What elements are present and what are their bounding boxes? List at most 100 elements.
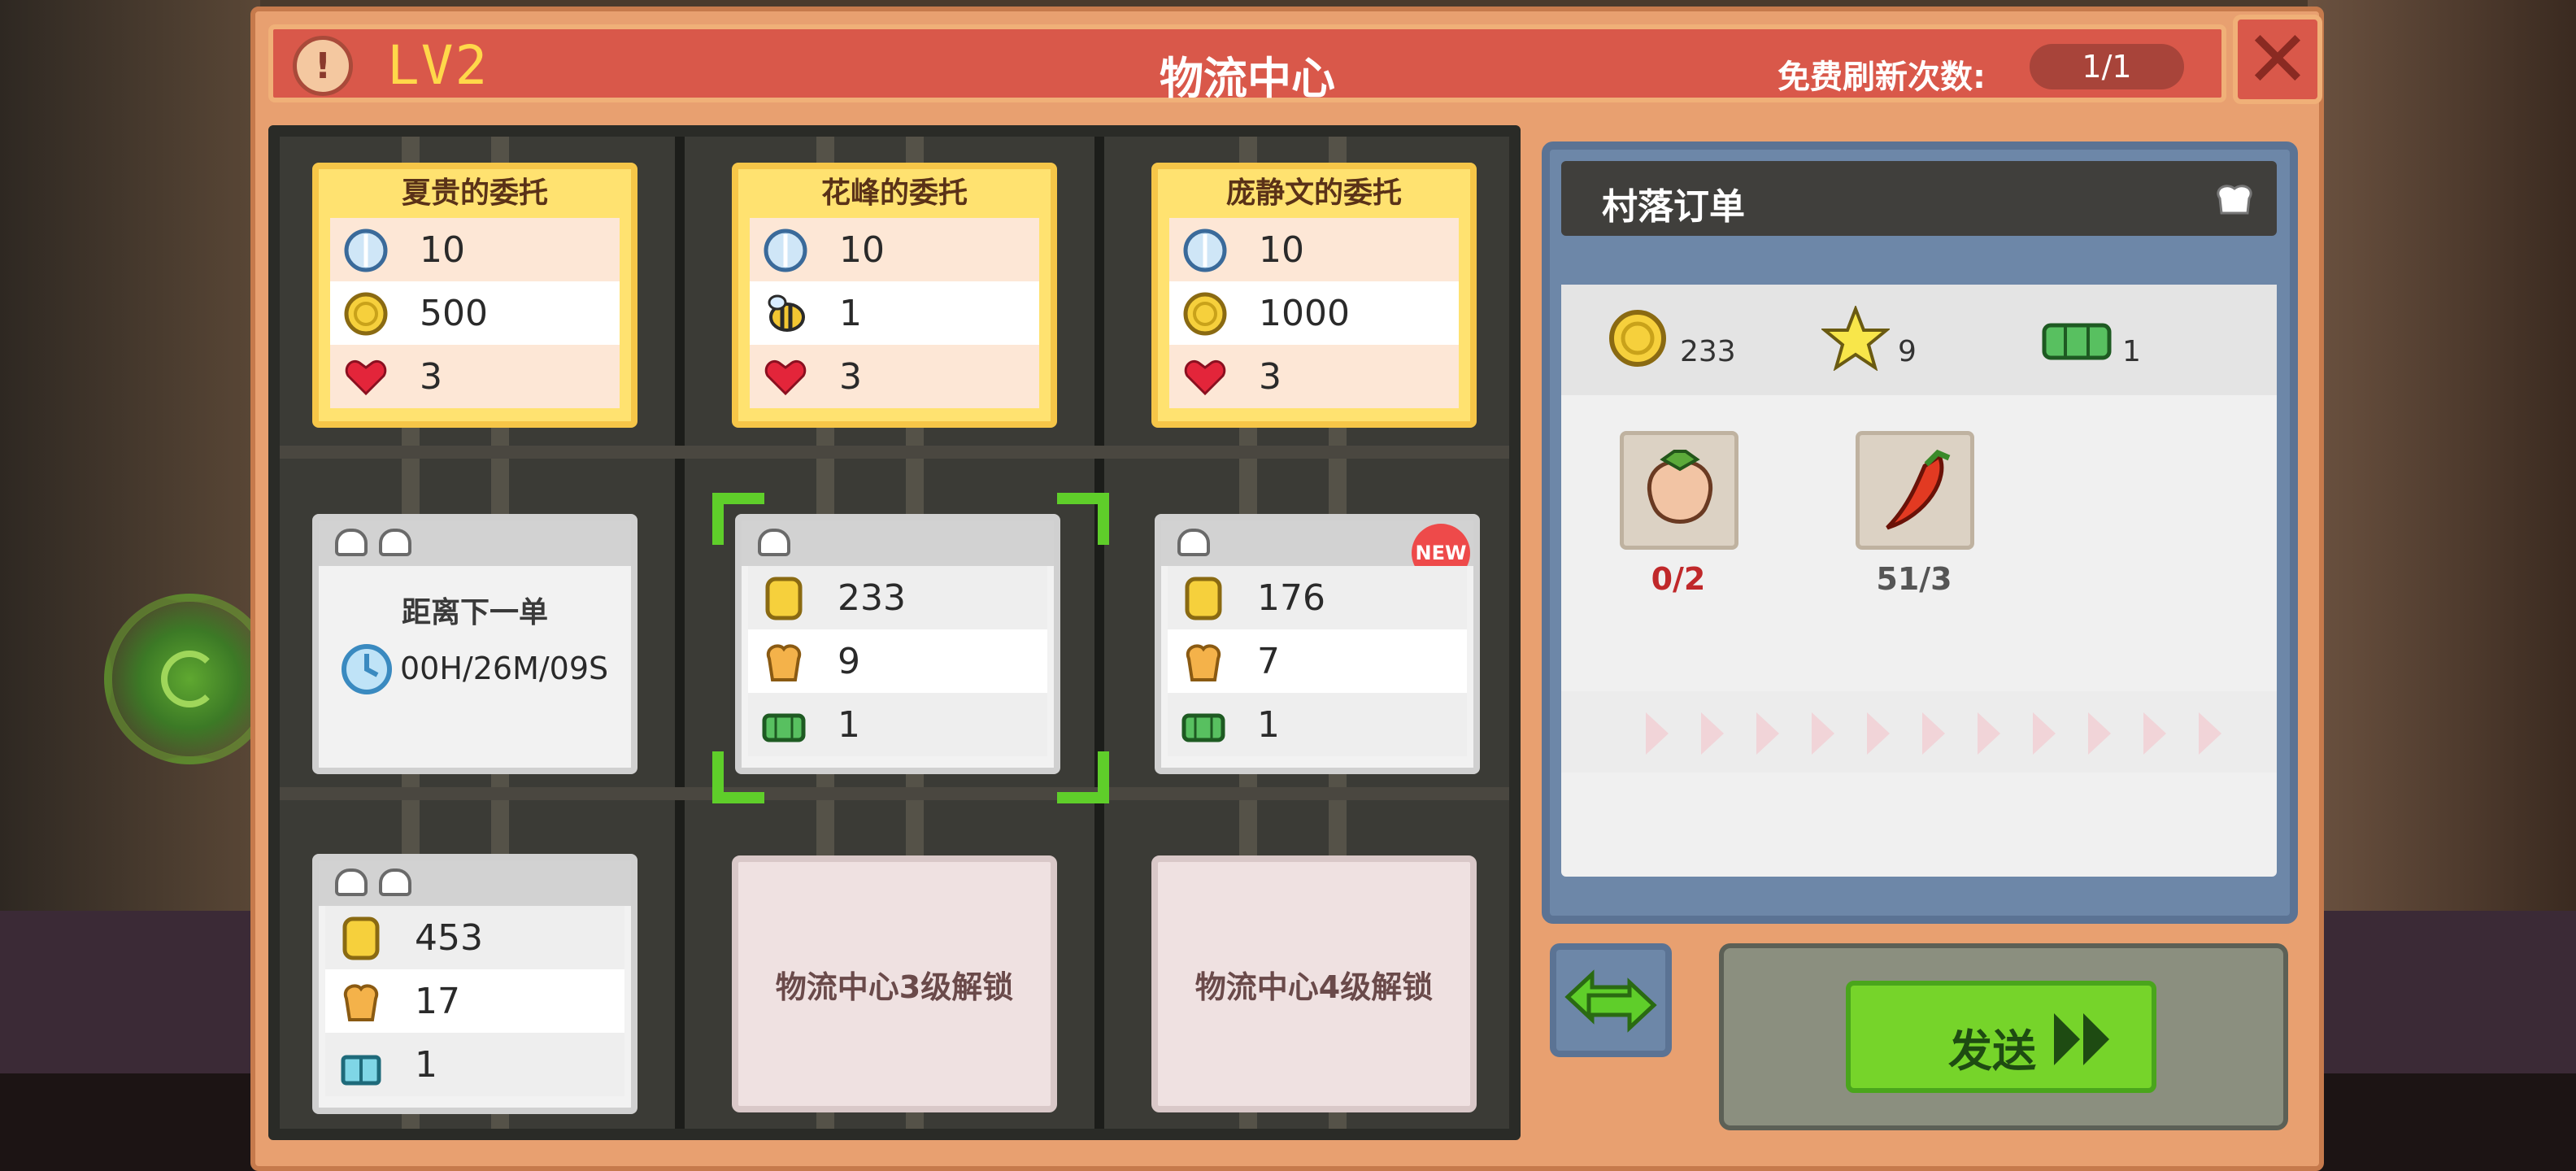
commission-card[interactable]: 夏贵的委托 10 500 3: [312, 163, 637, 428]
commission-row: 10: [330, 218, 620, 281]
selection-corner: [1057, 751, 1109, 803]
send-area: 发送: [1719, 943, 2288, 1130]
next-order-timer: 00H/26M/09S: [400, 651, 609, 686]
close-icon: ✕: [2244, 14, 2311, 105]
chili-count: 51/3: [1876, 561, 1952, 597]
order-row: 7: [1168, 629, 1467, 693]
arrow-icon: [1922, 712, 1945, 755]
order-coin-value: 453: [415, 917, 483, 959]
joystick-gamepad-icon: [161, 651, 218, 707]
required-item-chili[interactable]: [1856, 431, 1974, 550]
virtual-joystick[interactable]: [104, 594, 275, 764]
commission-row: 500: [330, 281, 620, 345]
chef-hat-icon: [335, 529, 368, 556]
village-order-body: 233 9 1 0/2 51/3: [1561, 285, 2277, 877]
waiting-order-card: 距离下一单 00H/26M/09S: [312, 514, 637, 774]
next-order-label: 距离下一单: [401, 596, 548, 629]
board-bar: [280, 446, 1509, 459]
title-bar: ! LV2 物流中心 免费刷新次数: 1/1: [268, 24, 2226, 104]
heart-icon: [345, 360, 387, 396]
hourglass-timer-icon: [342, 644, 392, 694]
chef-exp-icon: [343, 984, 379, 1021]
order-exp-value: 17: [415, 981, 460, 1022]
arrow-icon: [2033, 712, 2056, 755]
chili-pepper-icon: [1886, 449, 1951, 530]
green-gem-icon: [2042, 323, 2112, 360]
village-order-title: 村落订单: [1602, 186, 1745, 228]
commission-card[interactable]: 花峰的委托 10 1 3: [732, 163, 1057, 428]
chef-hat-icon: [2217, 185, 2252, 215]
star-icon: [1821, 306, 1890, 371]
order-card-header: [742, 520, 1054, 566]
send-button-label: 发送: [1948, 1025, 2036, 1077]
order-row: 17: [325, 969, 624, 1033]
coin-icon: [765, 577, 803, 620]
progress-arrows: [1561, 691, 2277, 773]
commission-row: 1: [750, 281, 1039, 345]
free-refresh-label: 免费刷新次数:: [1778, 59, 1986, 96]
order-board: 夏贵的委托 10 500 3 花峰的委托 10 1 3 庞静文的委托 10 10…: [268, 125, 1521, 1140]
order-card-header: NEW: [1161, 520, 1473, 582]
order-card-header: [319, 520, 631, 566]
commission-row: 1000: [1169, 281, 1459, 345]
bee-icon: [768, 294, 805, 332]
coin-icon: [1183, 292, 1227, 336]
green-gem-icon: [1181, 713, 1225, 742]
order-card[interactable]: 453 17 1: [312, 854, 637, 1114]
order-card-selected[interactable]: 233 9 1: [735, 514, 1060, 774]
arrow-icon: [1756, 712, 1779, 755]
commission-row: 10: [750, 218, 1039, 281]
chef-exp-icon: [766, 644, 802, 681]
commission-row: 3: [330, 345, 620, 408]
send-button[interactable]: 发送: [1846, 981, 2156, 1093]
village-reward-star: 9: [1898, 335, 1917, 368]
order-card[interactable]: NEW 176 7 1: [1155, 514, 1480, 774]
arrow-icon: [1646, 712, 1669, 755]
swap-order-button[interactable]: [1550, 943, 1672, 1057]
chef-hat-icon: [1177, 529, 1210, 556]
required-item-strawberry[interactable]: [1620, 431, 1738, 550]
crystal-icon: [344, 229, 388, 272]
coin-icon: [1185, 577, 1222, 620]
commission-value: 3: [1259, 356, 1281, 398]
commission-value: 10: [420, 229, 465, 271]
chef-hat-icon: [335, 868, 368, 896]
board-bar: [280, 787, 1509, 800]
commission-card[interactable]: 庞静文的委托 10 1000 3: [1151, 163, 1477, 428]
order-row: 1: [748, 693, 1047, 756]
logistics-center-panel: ! LV2 物流中心 免费刷新次数: 1/1 ✕ 夏贵的委托 10 500 3 …: [250, 7, 2324, 1171]
strawberry-icon: [1647, 450, 1713, 524]
locked-slot: 物流中心4级解锁: [1151, 855, 1477, 1112]
order-card-header: [319, 860, 631, 906]
crystal-icon: [764, 229, 807, 272]
heart-icon: [1184, 360, 1226, 396]
commission-row: 3: [750, 345, 1039, 408]
arrow-icon: [1812, 712, 1834, 755]
order-row: 176: [1168, 566, 1467, 629]
commission-value: 10: [839, 229, 885, 271]
chef-exp-icon: [1186, 644, 1221, 681]
village-rewards: 233 9 1: [1561, 285, 2277, 395]
commission-value: 3: [839, 356, 862, 398]
commission-value: 500: [420, 293, 488, 334]
board-divider: [1094, 137, 1104, 1129]
coin-icon: [342, 916, 380, 960]
village-order-header: 村落订单: [1561, 161, 2277, 236]
commission-title: 庞静文的委托: [1225, 176, 1402, 210]
commission-title: 花峰的委托: [820, 176, 968, 210]
order-gem-value: 1: [1257, 704, 1280, 746]
green-gem-icon: [762, 713, 806, 742]
swap-icon: [1564, 969, 1657, 1033]
village-order-panel: 村落订单 233 9 1 0/2 51/3: [1542, 141, 2298, 924]
arrow-icon: [2199, 712, 2221, 755]
close-button[interactable]: ✕: [2233, 15, 2322, 104]
order-coin-value: 233: [838, 577, 906, 619]
selection-corner: [1057, 493, 1109, 545]
order-row: 233: [748, 566, 1047, 629]
selection-corner: [712, 751, 764, 803]
commission-row: 3: [1169, 345, 1459, 408]
coin-icon: [1609, 310, 1666, 367]
board-divider: [675, 137, 685, 1129]
commission-value: 1: [839, 293, 862, 334]
order-exp-value: 9: [838, 641, 860, 682]
